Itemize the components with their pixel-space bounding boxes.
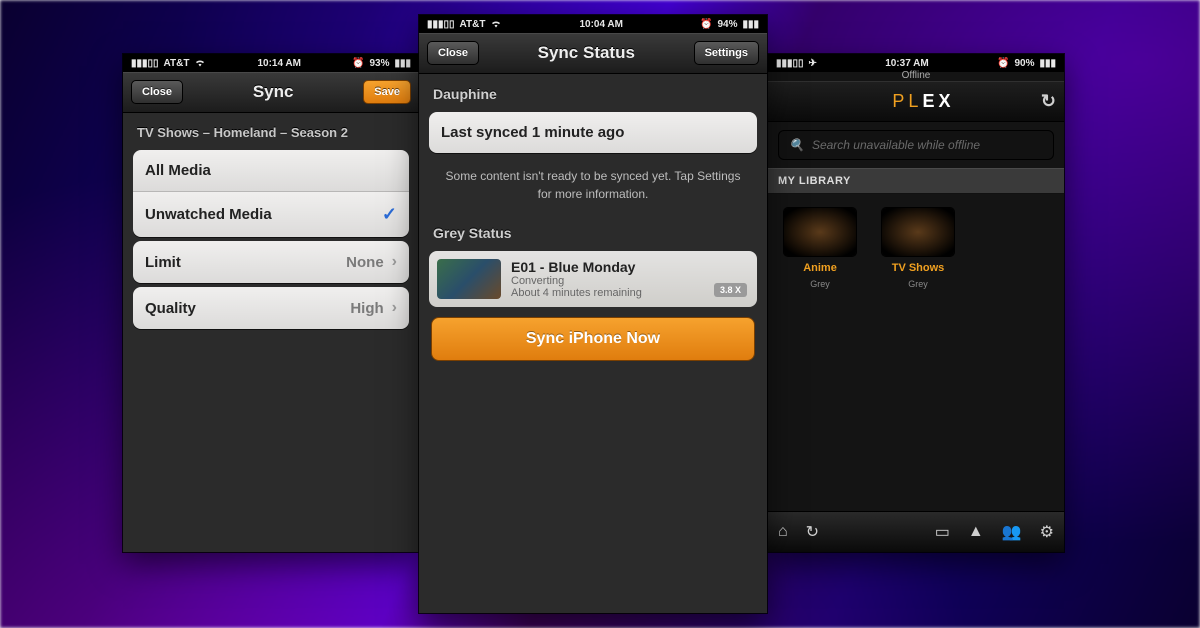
library-thumbnail [882,208,954,256]
refresh-button[interactable]: ↻ [1041,91,1056,112]
chevron-right-icon: › [392,299,397,317]
library-item-label: TV Shows [882,262,954,274]
alarm-icon: ⏰ [352,58,364,69]
airplane-icon: ✈ [809,58,817,69]
cell-value: None [346,254,384,271]
server-name-grey: Grey Status [419,213,767,247]
library-item-label: Anime [784,262,856,274]
clock-label: 10:37 AM [885,58,929,69]
filter-all-media[interactable]: All Media [133,150,409,192]
wifi-icon [194,57,206,70]
clock-label: 10:04 AM [579,19,623,30]
tab-refresh-icon[interactable]: ↻ [806,522,819,542]
phone-sync-settings: ▮▮▮▯▯ AT&T 10:14 AM ⏰ 93% ▮▮▮ Close Sync… [123,54,419,552]
signal-icon: ▮▮▮▯▯ [776,58,804,69]
search-input[interactable]: 🔍 Search unavailable while offline [778,130,1054,160]
tab-settings-icon[interactable]: ⚙ [1040,522,1054,542]
clock-label: 10:14 AM [257,58,301,69]
offline-indicator: Offline [768,70,1064,81]
quality-group: Quality High › [133,287,409,329]
battery-label: 90% [1014,58,1034,69]
status-bar: ▮▮▮▯▯ AT&T 10:04 AM ⏰ 94% ▮▮▮ [419,15,767,33]
last-synced-label: Last synced 1 minute ago [441,124,624,141]
nav-bar: Close Sync Save [123,72,419,113]
close-button[interactable]: Close [131,80,183,104]
phone-sync-status: ▮▮▮▯▯ AT&T 10:04 AM ⏰ 94% ▮▮▮ Close Sync… [419,15,767,613]
wifi-icon [490,18,502,31]
tab-display-icon[interactable]: ▭ [935,522,950,542]
search-icon: 🔍 [789,138,804,152]
battery-icon: ▮▮▮ [394,58,411,69]
alarm-icon: ⏰ [700,19,712,30]
episode-eta: About 4 minutes remaining [511,287,642,299]
sync-hint-text: Some content isn't ready to be synced ye… [419,157,767,213]
sync-now-button[interactable]: Sync iPhone Now [431,317,755,361]
limit-row[interactable]: Limit None › [133,241,409,283]
cell-label: All Media [145,162,211,179]
breadcrumb: TV Shows – Homeland – Season 2 [123,113,419,146]
last-synced-row[interactable]: Last synced 1 minute ago [429,112,757,153]
library-section-header: MY LIBRARY [768,168,1064,194]
signal-icon: ▮▮▮▯▯ [131,58,159,69]
page-title: Sync [253,82,294,102]
carrier-label: AT&T [164,58,190,69]
tab-server-icon[interactable]: ▲ [968,523,984,541]
save-button[interactable]: Save [363,80,411,104]
brand-logo: PLEX [892,91,954,112]
tab-bar: ⌂ ↻ ▭ ▲ 👥 ⚙ [768,511,1064,552]
quality-row[interactable]: Quality High › [133,287,409,329]
status-bar: ▮▮▮▯▯ AT&T 10:14 AM ⏰ 93% ▮▮▮ [123,54,419,72]
library-item-sub: Grey [810,279,830,289]
cell-label: Quality [145,300,196,317]
checkmark-icon: ✓ [382,204,397,225]
library-item-tvshows[interactable]: TV Shows Grey [882,208,954,292]
search-placeholder: Search unavailable while offline [812,138,980,152]
tab-home-icon[interactable]: ⌂ [778,523,788,541]
filter-unwatched-media[interactable]: Unwatched Media ✓ [133,192,409,237]
settings-button[interactable]: Settings [694,41,759,65]
signal-icon: ▮▮▮▯▯ [427,19,455,30]
episode-thumbnail [437,259,501,299]
library-item-sub: Grey [908,279,928,289]
nav-bar: PLEX ↻ [768,81,1064,122]
episode-status: Converting [511,275,642,287]
nav-bar: Close Sync Status Settings [419,33,767,74]
battery-label: 93% [369,58,389,69]
battery-icon: ▮▮▮ [1039,58,1056,69]
battery-icon: ▮▮▮ [742,19,759,30]
episode-title: E01 - Blue Monday [511,259,642,275]
cell-label: Unwatched Media [145,206,272,223]
sync-item-row[interactable]: E01 - Blue Monday Converting About 4 min… [429,251,757,307]
tab-users-icon[interactable]: 👥 [1002,522,1022,542]
battery-label: 94% [717,19,737,30]
filter-group: All Media Unwatched Media ✓ [133,150,409,237]
library-thumbnail [784,208,856,256]
phone-plex-library: ▮▮▮▯▯ ✈ 10:37 AM ⏰ 90% ▮▮▮ Offline PLEX … [768,54,1064,552]
library-grid: Anime Grey TV Shows Grey [768,194,1064,306]
page-title: Sync Status [538,43,635,63]
chevron-right-icon: › [392,253,397,271]
server-name-dauphine: Dauphine [419,74,767,108]
library-item-anime[interactable]: Anime Grey [784,208,856,292]
cell-label: Limit [145,254,181,271]
alarm-icon: ⏰ [997,58,1009,69]
carrier-label: AT&T [460,19,486,30]
limit-group: Limit None › [133,241,409,283]
speed-badge: 3.8 X [714,283,747,297]
cell-value: High [350,300,383,317]
close-button[interactable]: Close [427,41,479,65]
